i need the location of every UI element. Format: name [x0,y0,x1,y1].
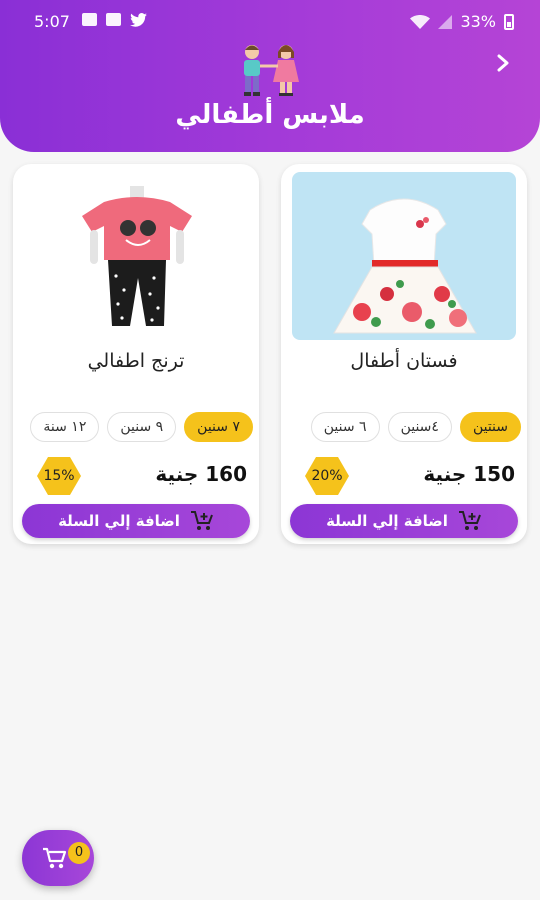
status-bar: 5:07 33% [0,0,540,40]
size-chip[interactable]: ١٢ سنة [30,412,100,442]
discount-badge: 15% [37,457,81,495]
notification-icons [82,13,147,27]
kids-logo-icon [244,45,299,96]
battery-percent: 33% [460,12,496,31]
size-chip-selected[interactable]: ٧ سنين [184,412,253,442]
back-arrow-icon[interactable] [494,54,512,72]
size-chip[interactable]: ٦ سنين [310,412,380,442]
product-card[interactable]: ترنج اطفالي ٧ سنين ٩ سنين ١٢ سنة 160 جني… [13,164,259,544]
status-time: 5:07 [34,12,70,31]
product-image-tracksuit[interactable] [24,172,248,340]
gallery-icon [106,13,121,26]
cart-count-badge: 0 [68,842,90,864]
product-name: فستان أطفال [350,350,458,372]
size-chip[interactable]: ٩ سنين [107,412,177,442]
cart-fab-button[interactable]: 0 [22,830,94,886]
twitter-icon [130,13,147,27]
product-price: 160 جنية [155,462,247,486]
page-title: ملابس أطفالي [175,100,365,130]
signal-icon [438,14,453,29]
product-image-dress[interactable] [292,172,516,340]
tracksuit-illustration [24,172,248,340]
battery-icon [504,13,514,30]
size-chip[interactable]: ٤سنين [387,412,452,442]
wifi-icon [410,14,431,29]
size-options: ٧ سنين ٩ سنين ١٢ سنة [19,412,253,442]
add-to-cart-label: اضافة إلي السلة [58,512,180,530]
product-price: 150 جنية [423,462,515,486]
cart-icon [43,847,67,869]
app-header: 5:07 33% ملابس أطفالي [0,0,540,152]
product-card[interactable]: فستان أطفال سنتين ٤سنين ٦ سنين 150 جنية … [281,164,527,544]
dress-illustration [292,172,516,340]
message-icon [82,13,97,26]
status-right: 33% [410,12,514,31]
add-to-cart-button[interactable]: اضافة إلي السلة [22,504,250,538]
add-to-cart-label: اضافة إلي السلة [326,512,448,530]
size-chip-selected[interactable]: سنتين [459,412,521,442]
discount-badge: 20% [305,457,349,495]
add-to-cart-button[interactable]: اضافة إلي السلة [290,504,518,538]
add-to-cart-icon [458,511,481,530]
product-name: ترنج اطفالي [87,350,185,372]
size-options: سنتين ٤سنين ٦ سنين [287,412,521,442]
add-to-cart-icon [190,511,213,530]
